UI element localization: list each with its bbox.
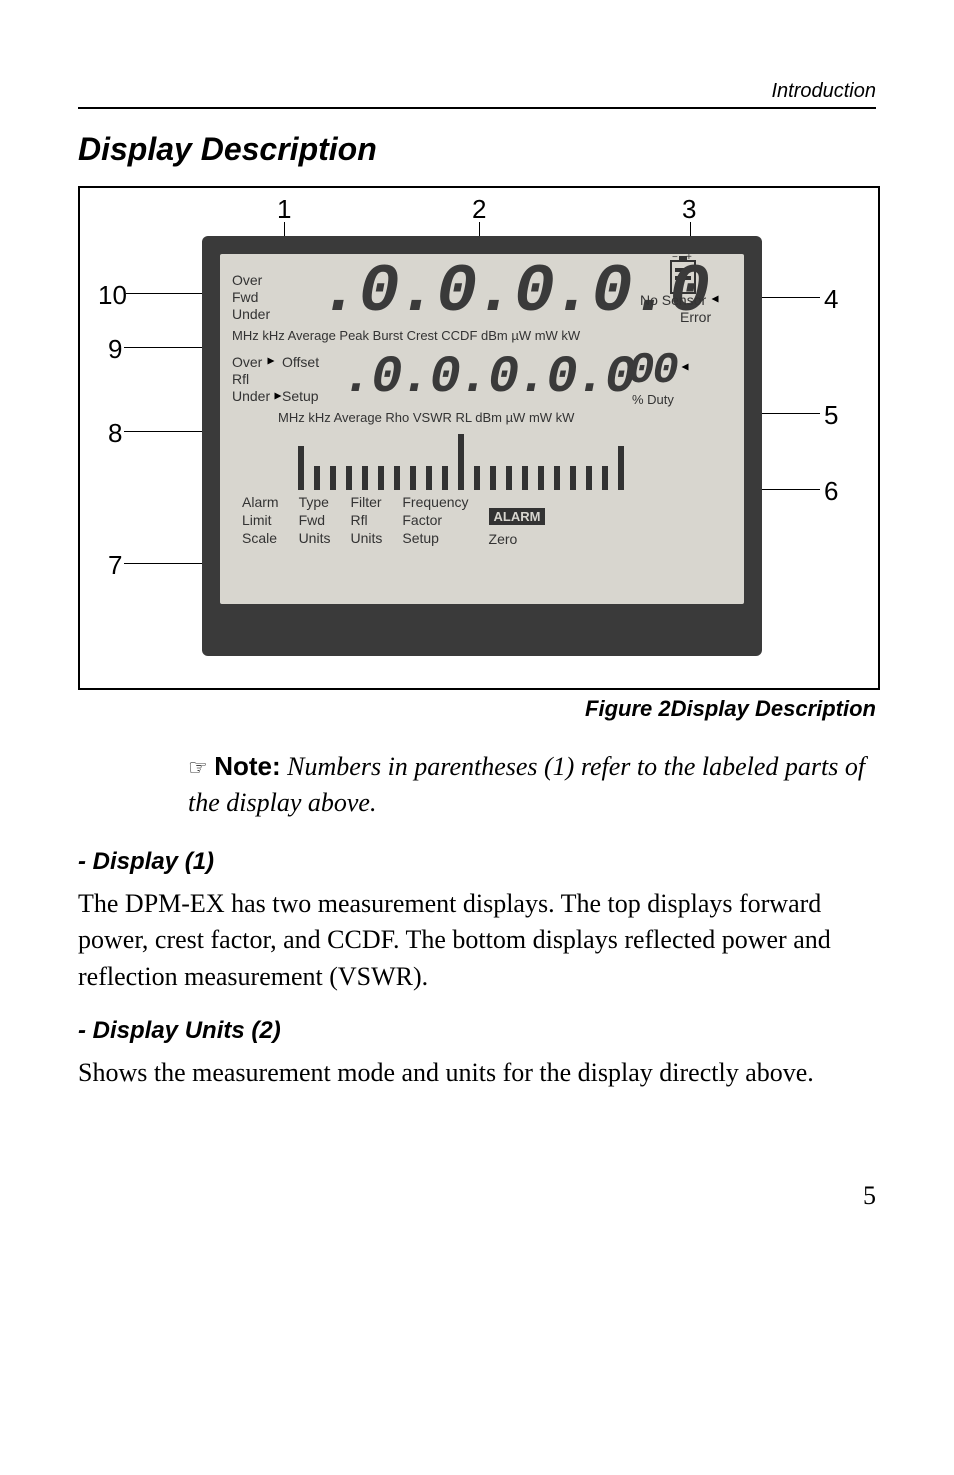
menu-factor: Factor [402,512,468,528]
menu-scale: Scale [242,530,279,546]
lbl-duty: % Duty [632,392,674,408]
menu-frequency: Frequency [402,494,468,510]
menu-rfl: Rfl [350,512,382,528]
device-frame: − + Over Fwd Under .0.0.0.0.0 No Sensor … [202,236,762,656]
menu-limit: Limit [242,512,279,528]
lbl-rfl: Rfl [232,371,249,389]
note-block: ☞ Note: Numbers in parentheses (1) refer… [188,748,876,822]
subheading-display-units-2: - Display Units (2) [78,1017,876,1045]
callout-3: 3 [682,194,696,225]
figure-caption: Figure 2Display Description [78,696,876,722]
lbl-error: Error [680,309,711,327]
lbl-no-sensor: No Sensor [640,292,706,310]
callout-10: 10 [98,280,127,311]
callout-8: 8 [108,418,122,449]
paragraph-display-1: The DPM-EX has two measurement displays.… [78,886,876,995]
digits-bottom: .0.0.0.0.0 [342,348,634,407]
callout-5: 5 [824,400,838,431]
callout-4: 4 [824,284,838,315]
lbl-over-bot: Over [232,354,262,372]
callout-7: 7 [108,550,122,581]
note-hand-icon: ☞ [188,755,208,780]
lbl-over-top: Over [232,272,262,290]
note-text: Numbers in parentheses (1) refer to the … [188,752,865,817]
lbl-setup-bot: Setup [282,388,319,406]
units-strip-top: MHz kHz Average Peak Burst Crest CCDF dB… [232,328,580,344]
lbl-offset: Offset [282,354,319,372]
note-label: Note: [214,751,280,781]
duty-digits: 00 [628,346,677,396]
page-header: Introduction [78,80,876,109]
lcd-screen: − + Over Fwd Under .0.0.0.0.0 No Sensor … [220,254,744,604]
callout-1: 1 [277,194,291,225]
page-number: 5 [78,1181,876,1211]
callout-6: 6 [824,476,838,507]
menu-units1: Units [299,530,331,546]
units-strip-bottom: MHz kHz Average Rho VSWR RL dBm µW mW kW [278,410,574,426]
menu-zero: Zero [489,531,546,547]
callout-2: 2 [472,194,486,225]
callout-9: 9 [108,334,122,365]
lbl-under-bot: Under [232,388,270,406]
menu-type: Type [299,494,331,510]
menu-alarm: Alarm [242,494,279,510]
menu-setup: Setup [402,530,468,546]
bargraph [298,434,624,490]
menu-fwd: Fwd [299,512,331,528]
section-title: Display Description [78,131,876,168]
lbl-under-top: Under [232,306,270,324]
subheading-display-1: - Display (1) [78,848,876,876]
menu-filter: Filter [350,494,382,510]
display-figure: 1 2 3 10 9 8 7 4 5 6 [78,186,880,690]
header-chapter: Introduction [771,80,876,103]
menu-alarm-badge: ALARM [489,508,546,525]
lbl-fwd: Fwd [232,289,258,307]
menu-row: Alarm Limit Scale Type Fwd Units Filter … [242,494,722,547]
paragraph-display-units-2: Shows the measurement mode and units for… [78,1055,876,1091]
menu-units2: Units [350,530,382,546]
